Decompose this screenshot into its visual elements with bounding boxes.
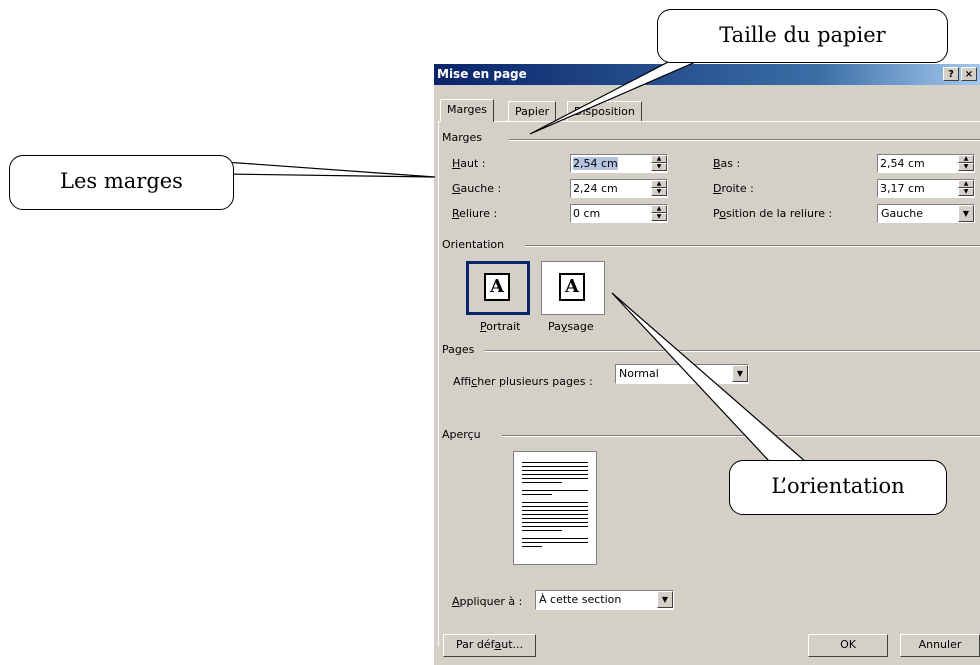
margins-callout: Les marges xyxy=(9,155,234,210)
margins-callout-pointer xyxy=(224,161,436,178)
paper-size-callout: Taille du papier xyxy=(657,9,948,63)
tab-marges[interactable]: Marges xyxy=(440,99,495,122)
orientation-callout: L’orientation xyxy=(729,460,947,515)
orientation-callout-pointer xyxy=(611,292,808,463)
paper-callout-pointer xyxy=(529,59,701,135)
